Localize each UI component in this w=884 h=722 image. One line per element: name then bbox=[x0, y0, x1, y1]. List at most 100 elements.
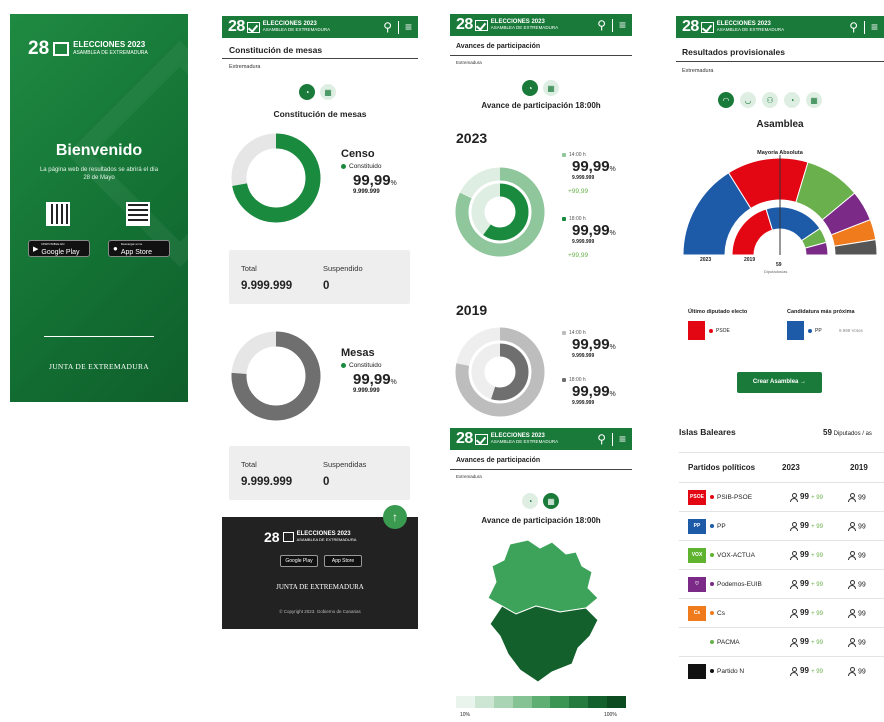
seats-delta: + 99 bbox=[811, 611, 823, 618]
party-row[interactable]: Partido N 99 + 99 99 bbox=[679, 656, 884, 685]
suspended-value: 0 bbox=[323, 476, 330, 488]
participation-2019-donut bbox=[455, 327, 545, 417]
person-icon bbox=[848, 608, 856, 618]
section-divider bbox=[450, 469, 632, 470]
mesas-donut bbox=[231, 331, 321, 421]
region-label: Extremadura bbox=[229, 64, 261, 70]
map-color-legend bbox=[456, 696, 627, 708]
app-store-button[interactable]: ● Descargar en la App Store bbox=[108, 240, 170, 257]
footer-google-play-button[interactable]: Google Play bbox=[280, 555, 318, 567]
seats-delta: + 99 bbox=[811, 524, 823, 531]
map-view-toggle[interactable]: ▦ bbox=[320, 84, 336, 100]
play-icon: ▶ bbox=[33, 245, 39, 253]
app-header: 28 ELECCIONES 2023 ASAMBLEA DE EXTREMADUR… bbox=[676, 16, 884, 38]
legend-dot bbox=[341, 163, 346, 169]
party-row[interactable]: PP PP 99 + 99 99 bbox=[679, 511, 884, 540]
search-icon[interactable]: ⚲ bbox=[597, 432, 606, 446]
count-value: 9.999.999 bbox=[572, 400, 595, 406]
hamburger-menu-icon[interactable]: ≡ bbox=[619, 18, 626, 32]
chart-view-toggle[interactable]: ◔ bbox=[522, 80, 538, 96]
apple-icon: ● bbox=[113, 244, 118, 253]
party-color-dot bbox=[710, 523, 714, 528]
google-play-button[interactable]: ▶ DISPONIBLE EN Google Play bbox=[28, 240, 90, 257]
person-icon bbox=[848, 521, 856, 531]
chart-view-toggle[interactable]: ◔ bbox=[522, 493, 538, 509]
party-row[interactable]: Cs Cs 99 + 99 99 bbox=[679, 598, 884, 627]
footer-app-store-button[interactable]: App Store bbox=[324, 555, 362, 567]
map-view-toggle[interactable]: ▦ bbox=[543, 80, 559, 96]
party-logo bbox=[688, 634, 706, 650]
mesas-percentage: 99,99 bbox=[353, 371, 391, 388]
region-title: Islas Baleares bbox=[679, 427, 736, 437]
chamber-title: Asamblea bbox=[756, 119, 804, 130]
chart-view-toggle[interactable]: ◔ bbox=[784, 92, 800, 108]
party-row[interactable]: PACMA 99 + 99 99 bbox=[679, 627, 884, 656]
party-row[interactable]: ♡ Podemos-EUIB 99 + 99 99 bbox=[679, 569, 884, 598]
ballot-check-icon bbox=[474, 19, 488, 31]
seats-2019: 99 bbox=[858, 522, 866, 530]
col-2023: 2023 bbox=[782, 463, 800, 472]
party-name: PSIB-PSOE bbox=[717, 493, 753, 501]
hamburger-menu-icon[interactable]: ≡ bbox=[619, 432, 626, 446]
section-title: Resultados provisionales bbox=[682, 47, 785, 57]
seats-2023: 99 bbox=[800, 666, 809, 676]
person-icon bbox=[790, 608, 798, 618]
person-icon bbox=[848, 579, 856, 589]
legend-max: 100% bbox=[604, 712, 617, 718]
last-elected-label: Último diputado electo bbox=[688, 309, 748, 315]
footer-junta-logo: JUNTA DE EXTREMADURA bbox=[276, 583, 364, 591]
splash-logo: 28 ELECCIONES 2023 ASAMBLEA DE EXTREMADU… bbox=[28, 38, 148, 60]
candidates-view-toggle[interactable]: ⚇ bbox=[762, 92, 778, 108]
map-view-toggle[interactable]: ▦ bbox=[543, 493, 559, 509]
person-icon bbox=[848, 666, 856, 676]
mesas-legend: Constituido bbox=[349, 362, 382, 369]
seats-2023: 99 bbox=[800, 550, 809, 560]
label-2019: 2019 bbox=[744, 257, 756, 263]
results-table-header: Partidos políticos 2023 2019 bbox=[679, 452, 884, 482]
seats-view-toggle[interactable]: ◡ bbox=[740, 92, 756, 108]
scroll-top-button[interactable]: ↑ bbox=[383, 505, 407, 529]
person-icon bbox=[790, 666, 798, 676]
chart-view-toggle[interactable]: ◔ bbox=[299, 84, 315, 100]
welcome-message: La página web de resultados se abrirá el… bbox=[39, 167, 159, 181]
total-seats: 59 bbox=[776, 262, 782, 268]
region-seats: 59 bbox=[823, 428, 832, 437]
seats-2019: 99 bbox=[858, 551, 866, 559]
ballot-check-icon bbox=[700, 21, 714, 33]
legend-dot bbox=[341, 362, 346, 368]
hemicycle-chart bbox=[682, 155, 878, 256]
search-icon[interactable]: ⚲ bbox=[597, 18, 606, 32]
create-assembly-button[interactable]: Crear Asamblea → bbox=[737, 372, 822, 393]
last-elected-party: PSOE bbox=[716, 328, 730, 334]
map-view-toggle[interactable]: ▦ bbox=[806, 92, 822, 108]
splash-divider bbox=[44, 336, 154, 337]
hamburger-menu-icon[interactable]: ≡ bbox=[405, 20, 412, 34]
subtitle: Avance de participación 18:00h bbox=[481, 516, 601, 525]
seats-2023: 99 bbox=[800, 492, 809, 502]
count-value: 9.999.999 bbox=[572, 239, 595, 245]
extremadura-map[interactable] bbox=[480, 536, 610, 686]
seats-2023: 99 bbox=[800, 579, 809, 589]
party-color-dot bbox=[710, 639, 714, 644]
qr-code-ios[interactable] bbox=[126, 202, 150, 226]
party-row[interactable]: PSOE PSIB-PSOE 99 + 99 99 bbox=[679, 482, 884, 511]
party-logo: Cs bbox=[688, 605, 706, 621]
suspended-label: Suspendido bbox=[323, 264, 363, 273]
party-name: Partido N bbox=[717, 667, 745, 675]
hemicycle-view-toggle[interactable]: ◠ bbox=[718, 92, 734, 108]
party-logo: VOX bbox=[688, 547, 706, 563]
col-2019: 2019 bbox=[850, 463, 868, 472]
censo-percentage: 99,99 bbox=[353, 172, 391, 189]
hamburger-menu-icon[interactable]: ≡ bbox=[871, 20, 878, 34]
ballot-check-icon bbox=[474, 433, 488, 445]
section-title: Avances de participación bbox=[456, 457, 541, 464]
region-label: Extremadura bbox=[456, 474, 482, 479]
party-name: Cs bbox=[717, 609, 725, 617]
party-row[interactable]: VOX VOX-ACTUA 99 + 99 99 bbox=[679, 540, 884, 569]
seats-2019: 99 bbox=[858, 667, 866, 675]
site-footer: 28 ELECCIONES 2023 ASAMBLEA DE EXTREMADUR… bbox=[222, 517, 418, 629]
search-icon[interactable]: ⚲ bbox=[849, 20, 858, 34]
logo-line2: ASAMBLEA DE EXTREMADURA bbox=[73, 50, 148, 56]
qr-code-android[interactable] bbox=[46, 202, 70, 226]
search-icon[interactable]: ⚲ bbox=[383, 20, 392, 34]
